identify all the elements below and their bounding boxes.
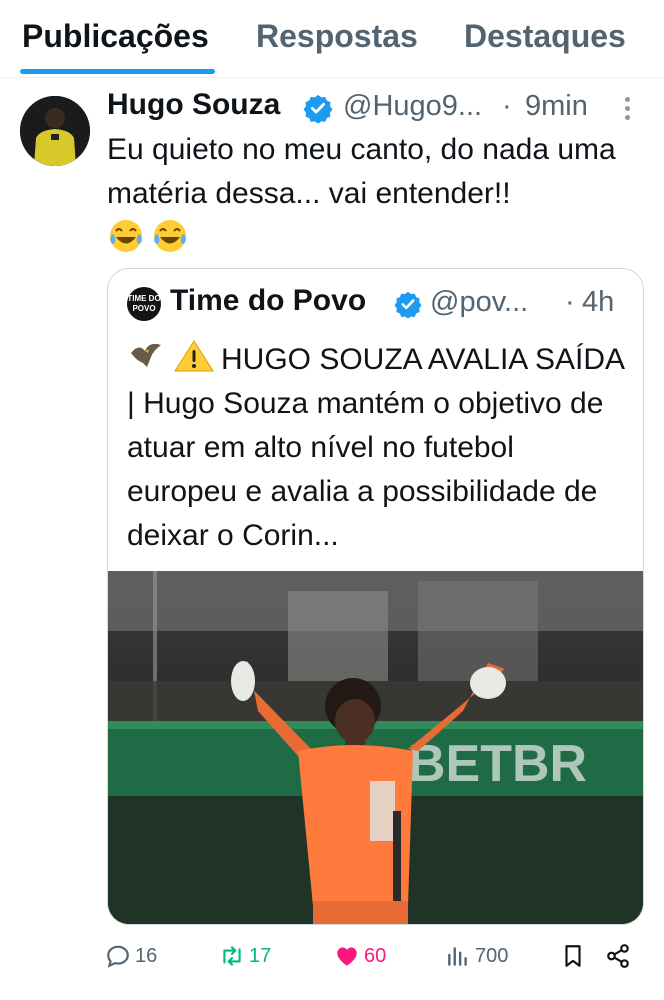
author-handle[interactable]: @Hugo9... (343, 90, 482, 123)
bookmark-button[interactable] (560, 938, 586, 974)
tab-destaques[interactable]: Destaques (464, 18, 626, 55)
profile-tabs: Publicações Respostas Destaques (0, 0, 664, 78)
views-count: 700 (475, 944, 509, 967)
laughing-tears-emoji-icon (110, 220, 142, 252)
quoted-tweet[interactable]: TIME DO POVO Time do Povo @pov... · 4h H… (107, 268, 644, 925)
bookmark-icon (565, 945, 581, 967)
quote-avatar-logo[interactable]: TIME DO POVO (127, 287, 161, 321)
verified-badge-icon (394, 291, 422, 318)
retweet-button[interactable]: 17 (219, 938, 271, 974)
retweet-icon (223, 946, 241, 966)
views-button[interactable]: 700 (445, 938, 508, 974)
views-chart-icon (448, 947, 467, 966)
author-name[interactable]: Hugo Souza (107, 88, 280, 122)
tab-respostas[interactable]: Respostas (256, 18, 418, 55)
tweet-text: Eu quieto no meu canto, do nada uma maté… (107, 133, 616, 210)
retweet-count: 17 (249, 944, 272, 967)
separator-dot: · (565, 286, 575, 318)
quote-author-handle[interactable]: @pov... (430, 286, 528, 319)
like-button[interactable]: 60 (334, 938, 386, 974)
share-icon (607, 944, 629, 968)
reply-count: 16 (135, 944, 158, 967)
tweet-actions: 16 17 60 700 (105, 936, 635, 976)
quote-media-image[interactable]: BETBR (108, 571, 643, 924)
eagle-warning-icon (131, 340, 214, 372)
tab-publicacoes[interactable]: Publicações (22, 18, 209, 55)
share-button[interactable] (605, 938, 631, 974)
reply-button[interactable]: 16 (105, 938, 157, 974)
verified-badge-icon (303, 94, 333, 123)
quote-time[interactable]: 4h (582, 286, 614, 319)
more-options-icon[interactable] (622, 94, 632, 124)
quote-author-name[interactable]: Time do Povo (170, 284, 366, 318)
tweet-header: Hugo Souza @Hugo9... · 9min (107, 88, 647, 128)
tweet-time[interactable]: 9min (525, 90, 588, 123)
quote-text-block: HUGO SOUZA AVALIA SAÍDA | Hugo Souza man… (127, 337, 632, 557)
heart-icon (337, 947, 357, 966)
separator-dot: · (502, 90, 512, 122)
reply-icon (107, 945, 129, 968)
avatar[interactable] (20, 96, 90, 166)
ad-board-text: BETBR (408, 735, 587, 793)
tweet-emojis (106, 216, 190, 256)
active-tab-indicator (20, 69, 215, 74)
laughing-tears-emoji-icon (154, 220, 186, 252)
like-count: 60 (364, 944, 387, 967)
